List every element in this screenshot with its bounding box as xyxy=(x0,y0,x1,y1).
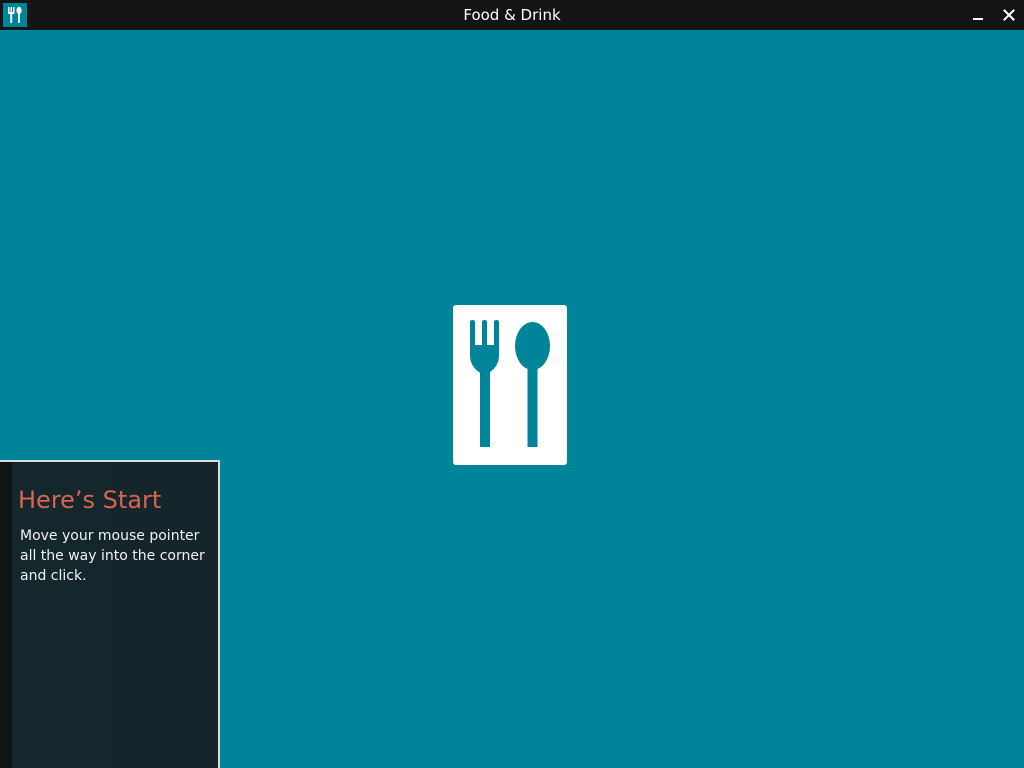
splash-logo xyxy=(453,305,567,465)
start-tip-body: Move your mouse pointer all the way into… xyxy=(20,528,205,584)
close-icon xyxy=(1003,9,1015,21)
minimize-icon xyxy=(973,18,983,20)
title-bar[interactable]: Food & Drink xyxy=(0,0,1024,30)
window-title: Food & Drink xyxy=(463,6,561,24)
close-button[interactable] xyxy=(994,0,1024,30)
fork-spoon-icon xyxy=(470,320,550,447)
minimize-button[interactable] xyxy=(963,0,993,30)
app-window: Food & Drink Here’s Start Move your mous… xyxy=(0,0,1024,768)
start-tip-panel: Here’s Start Move your mouse pointer all… xyxy=(0,460,220,768)
start-tip-title: Here’s Start xyxy=(18,486,162,514)
